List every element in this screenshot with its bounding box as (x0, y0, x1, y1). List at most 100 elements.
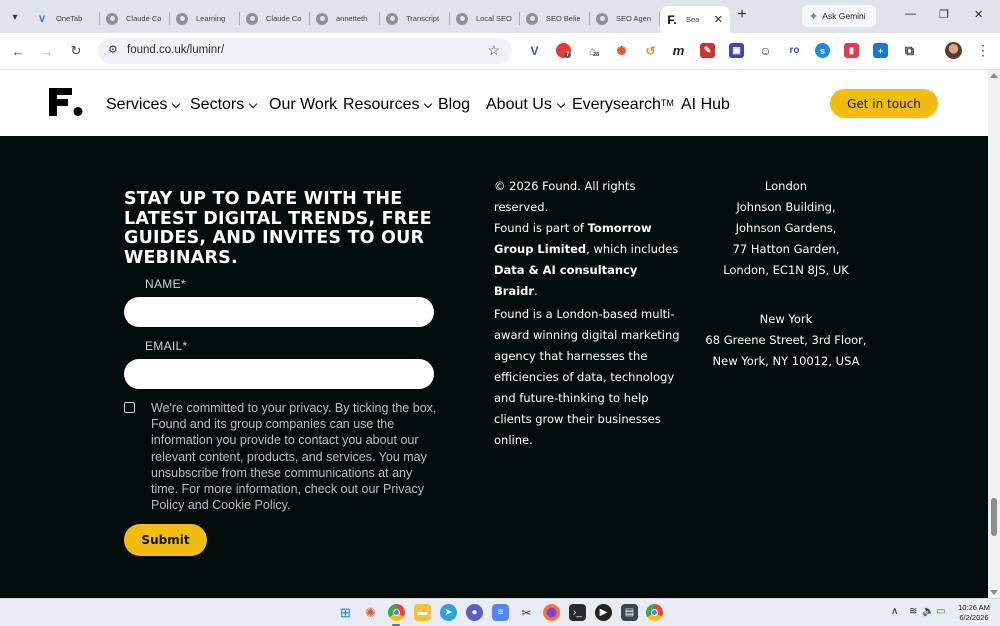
extension-badge: 28 (593, 52, 600, 58)
tab-transcript[interactable]: Transcript (380, 6, 450, 31)
telegram-icon[interactable]: ➤ (440, 604, 457, 621)
close-tab-icon[interactable]: ✕ (714, 13, 723, 26)
chevron-down-icon (172, 99, 181, 108)
blue-square-extension-icon[interactable]: ▣ (729, 43, 744, 58)
m-extension-icon[interactable]: m (671, 43, 686, 58)
chrome-page-icon (176, 12, 188, 25)
nav-label: AI Hub (681, 96, 730, 113)
nav-label: About Us (486, 96, 552, 113)
battery-icon[interactable]: ▭ (936, 606, 945, 617)
system-clock[interactable]: 10:26 AM 6/2/2026 (952, 603, 996, 623)
orange-extension-icon[interactable]: ↺ (643, 43, 658, 58)
london-address: London Johnson Building, Johnson Gardens… (700, 176, 872, 281)
tab-claude-2[interactable]: Claude Co (240, 6, 310, 31)
privacy-consent-checkbox[interactable] (124, 402, 135, 413)
scroll-down-arrow-icon[interactable] (990, 590, 998, 595)
office-city: New York (759, 312, 813, 326)
scroll-up-arrow-icon[interactable] (990, 73, 998, 78)
tab-seo-belie[interactable]: SEO Belie (520, 6, 590, 31)
home-extension-icon[interactable]: ⌂ 28 (585, 43, 600, 59)
skype-extension-icon[interactable]: s (815, 43, 830, 58)
tab-onetab[interactable]: V OneTab (30, 6, 100, 31)
claude-extension-icon[interactable]: ✺ (614, 43, 629, 58)
nav-our-work[interactable]: Our Work (269, 96, 337, 114)
url-text[interactable]: found.co.uk/luminr/ (127, 44, 224, 56)
reload-icon[interactable]: ↻ (67, 42, 85, 60)
get-in-touch-button[interactable]: Get in touch (830, 89, 938, 118)
tab-search-chevron-icon[interactable]: ▾ (4, 6, 26, 28)
nav-services[interactable]: Services (106, 96, 181, 114)
office-city: London (764, 179, 808, 193)
ask-gemini-button[interactable]: ✦ Ask Gemini (802, 5, 876, 27)
tab-seo-agen[interactable]: SEO Agen (590, 6, 660, 31)
tab-title: Transcript (406, 14, 440, 23)
tray-chevron-up-icon[interactable]: ∧ (891, 606, 898, 617)
name-input[interactable] (124, 297, 434, 327)
minimize-icon[interactable]: — (905, 8, 916, 20)
tab-title: OneTab (56, 14, 83, 23)
bookmark-star-icon[interactable]: ☆ (487, 42, 500, 59)
plus-extension-icon[interactable]: + (873, 43, 888, 58)
close-window-icon[interactable]: ✕ (974, 8, 983, 21)
page-scrollbar[interactable] (988, 70, 1000, 598)
nav-everysearch[interactable]: Everysearch TM (572, 92, 674, 114)
snipping-tool-icon[interactable]: ✂ (518, 604, 535, 621)
restore-icon[interactable]: ❐ (939, 8, 949, 21)
browser-menu-icon[interactable]: ⋮ (976, 42, 990, 59)
tab-active-found[interactable]: F. Sea ✕ (660, 6, 730, 33)
terminal-icon[interactable]: ›_ (569, 604, 586, 621)
found-logo[interactable] (49, 88, 83, 116)
file-explorer-icon[interactable]: ▬ (414, 604, 431, 621)
red-extension-icon[interactable]: 7 (556, 43, 572, 58)
ro-extension-icon[interactable]: ro (787, 43, 802, 58)
address-line: Johnson Gardens, (735, 221, 837, 235)
firefox-icon[interactable] (543, 604, 560, 621)
address-bar[interactable]: ⚙ found.co.uk/luminr/ ☆ (98, 38, 512, 64)
media-player-icon[interactable]: ▶ (595, 604, 612, 621)
windows-start-icon[interactable]: ⊞ (337, 604, 354, 621)
nav-label: Blog (438, 96, 471, 113)
copyright-text: © 2026 Found. All rights reserved. (494, 179, 636, 214)
submit-button[interactable]: Submit (124, 524, 207, 556)
braidr-link[interactable]: Data & AI consultancy Braidr (494, 263, 637, 298)
email-label: EMAIL* (145, 339, 188, 353)
chrome-page-icon (106, 12, 118, 25)
address-line: Johnson Building, (736, 200, 836, 214)
chrome-page-icon (246, 12, 258, 25)
nav-resources[interactable]: Resources (343, 96, 433, 114)
ask-gemini-label: Ask Gemini (822, 11, 866, 21)
tab-annetteth[interactable]: annetteth (310, 6, 380, 31)
pink-extension-icon[interactable]: ▮ (844, 43, 859, 58)
tab-claude-1[interactable]: Claude Co (100, 6, 170, 31)
email-input[interactable] (124, 359, 434, 389)
address-line: New York, NY 10012, USA (712, 354, 860, 368)
chrome-profile-taskbar-icon[interactable] (646, 604, 663, 621)
tab-learning[interactable]: Learning (170, 6, 240, 31)
notes-app-icon[interactable]: ≡ (492, 604, 509, 621)
scrollbar-thumb[interactable] (991, 498, 997, 536)
nav-about-us[interactable]: About Us (486, 96, 566, 114)
period: . (534, 284, 538, 298)
screen-tool-icon[interactable]: ▤ (621, 604, 638, 621)
new-tab-plus-icon[interactable]: + (733, 6, 751, 24)
chrome-taskbar-icon[interactable] (388, 604, 405, 621)
site-info-icon[interactable]: ⚙ (108, 43, 118, 56)
pdf-extension-icon[interactable]: ✎ (700, 43, 715, 58)
nav-ai-hub[interactable]: AI Hub (681, 96, 730, 114)
volume-icon[interactable]: 🔈 (922, 606, 934, 617)
back-arrow-icon[interactable]: ← (9, 42, 27, 60)
onetab-extension-icon[interactable]: V (527, 43, 542, 58)
wifi-icon[interactable]: ≋ (909, 606, 917, 617)
smiley-extension-icon[interactable]: ☺ (758, 43, 773, 58)
teams-icon[interactable]: ● (466, 604, 483, 621)
tab-local-seo[interactable]: Local SEO (450, 6, 520, 31)
address-line: London, EC1N 8JS, UK (723, 263, 849, 277)
nav-blog[interactable]: Blog (438, 96, 470, 114)
forward-arrow-icon[interactable]: → (38, 42, 56, 60)
profile-avatar[interactable] (945, 42, 962, 59)
nav-sectors[interactable]: Sectors (190, 96, 258, 114)
group-info: Found is part of Tomorrow Group Limited,… (494, 218, 684, 302)
extensions-puzzle-icon[interactable]: ⧉ (902, 43, 917, 58)
claude-app-icon[interactable]: ✺ (362, 604, 379, 621)
tab-title: SEO Agen (616, 14, 652, 23)
